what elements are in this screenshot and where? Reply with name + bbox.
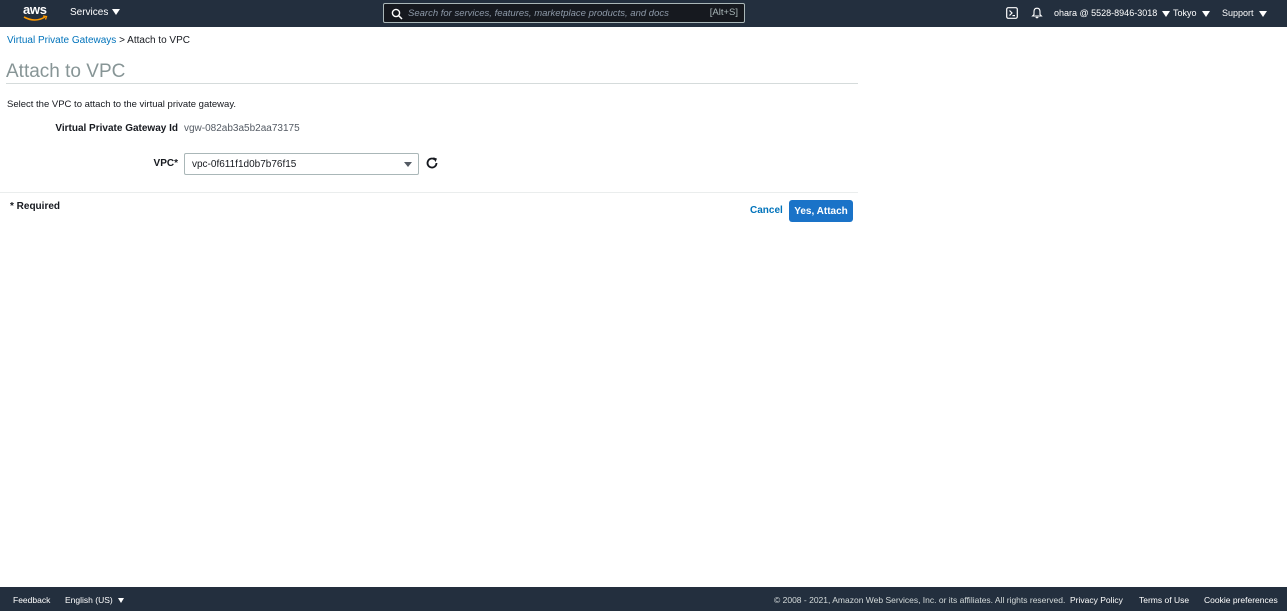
support-menu[interactable]: Support (1222, 8, 1267, 18)
aws-smile-icon (23, 15, 48, 21)
form-divider (0, 192, 858, 193)
breadcrumb-separator: > (119, 35, 125, 46)
language-label: English (US) (65, 595, 113, 605)
region-menu[interactable]: Tokyo (1173, 8, 1210, 18)
search-input[interactable] (408, 5, 708, 21)
caret-down-icon (1201, 10, 1210, 17)
feedback-link[interactable]: Feedback (13, 595, 50, 605)
caret-down-icon (117, 598, 124, 604)
cloudshell-icon[interactable] (1006, 7, 1018, 19)
page-description: Select the VPC to attach to the virtual … (7, 99, 237, 110)
refresh-icon[interactable] (425, 156, 439, 170)
bell-icon[interactable] (1031, 7, 1043, 19)
title-divider (6, 83, 858, 84)
cancel-button[interactable]: Cancel (750, 205, 783, 216)
support-label: Support (1222, 8, 1254, 18)
breadcrumb-current: Attach to VPC (127, 35, 190, 46)
search-shortcut-hint: [Alt+S] (709, 7, 738, 18)
vpc-select[interactable]: vpc-0f611f1d0b7b76f15 (184, 153, 419, 175)
caret-down-icon (1162, 10, 1171, 17)
chevron-down-icon (404, 162, 412, 167)
breadcrumb: Virtual Private Gateways > Attach to VPC (7, 35, 190, 46)
caret-down-icon (112, 9, 121, 16)
search-icon (391, 8, 403, 20)
account-label: ohara @ 5528-8946-3018 (1054, 8, 1158, 18)
top-navigation: aws Services [Alt+S] ohara @ 5528-8946-3… (0, 0, 1287, 27)
cookie-preferences-link[interactable]: Cookie preferences (1204, 595, 1278, 605)
breadcrumb-link-virtual-private-gateways[interactable]: Virtual Private Gateways (7, 35, 116, 46)
page-title: Attach to VPC (6, 61, 126, 82)
required-note: * Required (10, 201, 61, 212)
services-menu[interactable]: Services (70, 7, 121, 18)
vgw-id-label: Virtual Private Gateway Id (55, 123, 178, 134)
vpc-select-value: vpc-0f611f1d0b7b76f15 (192, 159, 297, 170)
terms-of-use-link[interactable]: Terms of Use (1139, 595, 1189, 605)
language-selector[interactable]: English (US) (65, 595, 124, 605)
vgw-id-value: vgw-082ab3a5b2aa73175 (184, 123, 300, 134)
vpc-label: VPC* (153, 158, 178, 169)
privacy-policy-link[interactable]: Privacy Policy (1070, 595, 1123, 605)
region-label: Tokyo (1173, 8, 1197, 18)
services-label: Services (70, 7, 109, 18)
search-bar[interactable]: [Alt+S] (383, 3, 745, 23)
account-menu[interactable]: ohara @ 5528-8946-3018 (1054, 8, 1171, 18)
footer: Feedback English (US) © 2008 - 2021, Ama… (0, 587, 1287, 611)
yes-attach-button[interactable]: Yes, Attach (789, 200, 853, 222)
aws-logo[interactable]: aws (23, 2, 49, 23)
caret-down-icon (1258, 10, 1267, 17)
copyright-text: © 2008 - 2021, Amazon Web Services, Inc.… (774, 595, 1066, 605)
